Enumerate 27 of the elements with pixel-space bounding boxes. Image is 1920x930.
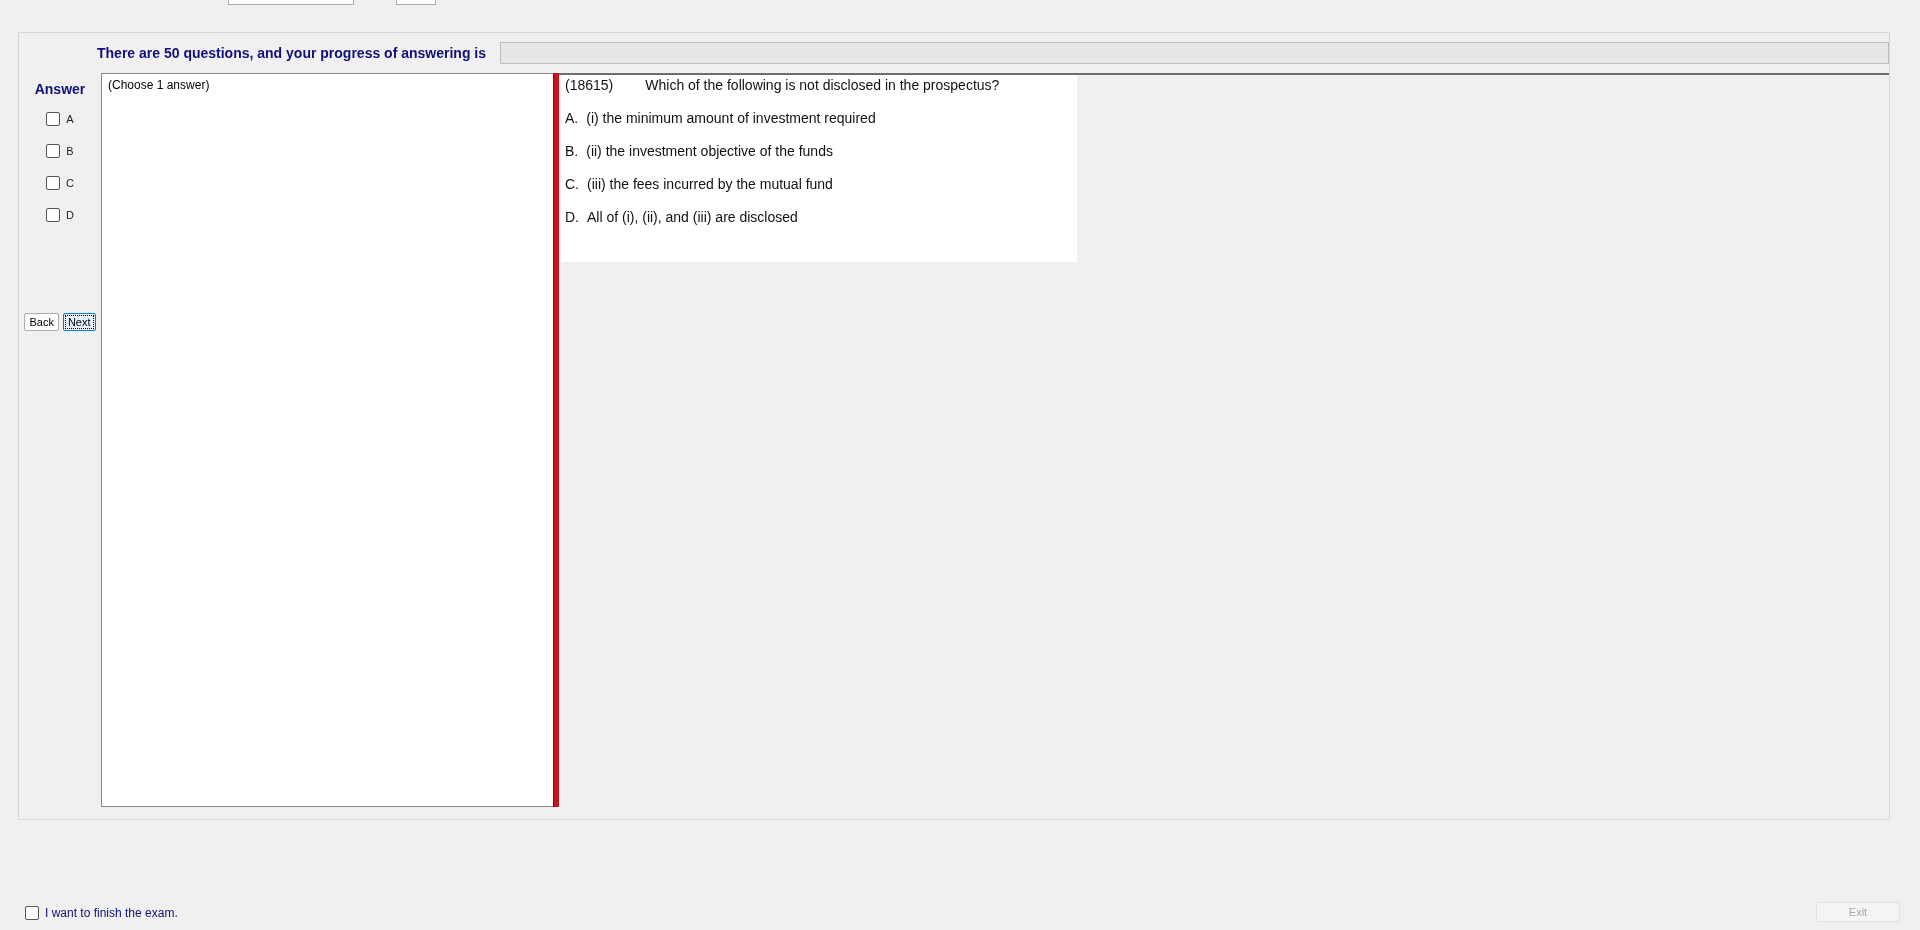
progress-text: There are 50 questions, and your progress of answering is — [97, 45, 486, 61]
option-label: C — [66, 177, 74, 189]
input-field[interactable] — [396, 0, 436, 5]
question-number: (18615) — [565, 77, 614, 95]
checkbox[interactable] — [25, 906, 39, 920]
checkbox[interactable] — [46, 176, 60, 190]
choice-text: (i) the minimum amount of investment required — [586, 110, 876, 128]
choice-text: (iii) the fees incurred by the mutual fund — [587, 176, 833, 194]
question-text: Which of the following is not disclosed in the prospectus? — [645, 77, 1000, 95]
finish-label: I want to finish the exam. — [45, 906, 178, 920]
option-label: B — [66, 145, 74, 157]
choice-letter: A. — [565, 110, 579, 128]
choice-letter: B. — [565, 143, 579, 161]
choice-text: All of (i), (ii), and (iii) are disclosed — [587, 209, 798, 227]
choice-letter: D. — [565, 209, 579, 227]
option-label: A — [66, 113, 74, 125]
nav-button[interactable]: Next — [62, 313, 96, 331]
instruction-text: (Choose 1 answer) — [108, 78, 210, 92]
nav-button[interactable]: Back — [24, 313, 59, 331]
checkbox[interactable] — [46, 208, 60, 222]
input-field[interactable] — [228, 0, 354, 5]
choice-letter: C. — [565, 176, 579, 194]
answer-label: Answer — [34, 81, 86, 97]
option-label: D — [66, 209, 74, 221]
choice-text: (ii) the investment objective of the funds — [586, 143, 833, 161]
checkbox[interactable] — [46, 144, 61, 158]
checkbox[interactable] — [46, 112, 61, 126]
